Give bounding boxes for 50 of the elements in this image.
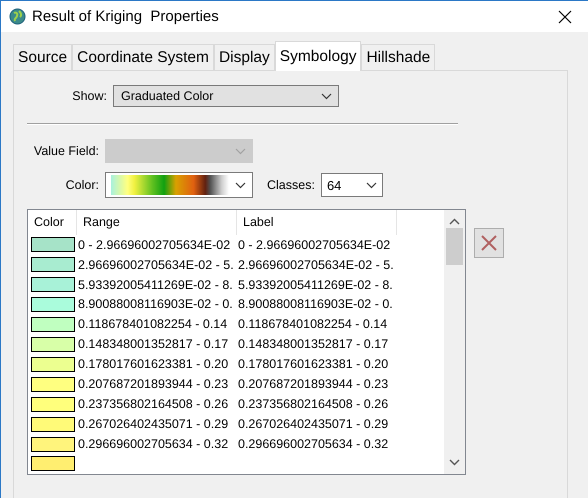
color-label: Color: <box>64 178 99 192</box>
table-cell-text: 5.93392005411269E-02 - 8. <box>238 278 394 292</box>
tab[interactable]: Display <box>214 44 275 70</box>
close-icon <box>557 8 573 24</box>
chevron-down-icon <box>235 148 246 154</box>
column-header[interactable]: Range <box>77 210 237 235</box>
table-cell-text: 0.267026402435071 - 0.29 <box>238 417 390 432</box>
chevron-down-icon[interactable] <box>449 459 460 466</box>
table-cell-text: 0 - 2.96696002705634E-02 <box>238 238 392 252</box>
table-cell-text: 8.90088008116903E-02 - 0. <box>238 297 394 312</box>
table-cell-text: 0.207687201893944 - 0.23 <box>78 377 230 392</box>
tab[interactable]: Source <box>13 44 72 70</box>
chevron-down-icon <box>321 92 332 100</box>
window-title: Result of Kriging Properties <box>32 8 220 25</box>
chevron-up-icon[interactable] <box>449 218 460 225</box>
tab[interactable]: Hillshade <box>361 44 436 70</box>
table-cell-text: 0.148348001352817 - 0.17 <box>78 337 230 352</box>
table-cell-text: 2.96696002705634E-02 - 5. <box>238 258 395 272</box>
tab[interactable]: Coordinate System <box>72 44 214 70</box>
globe-icon <box>9 8 26 25</box>
table-cell-text: 0.178017601623381 - 0.20 <box>238 357 390 372</box>
table-cell-text: 0.178017601623381 - 0.20 <box>78 357 230 372</box>
table-cell-text: 2.96696002705634E-02 - 5. <box>78 258 235 272</box>
table-cell-text: 0.118678401082254 - 0.14 <box>238 317 388 332</box>
scrollbar[interactable] <box>444 210 465 474</box>
table-cell-text: 0.207687201893944 - 0.23 <box>238 377 390 392</box>
scrollbar-thumb[interactable] <box>446 228 463 265</box>
column-header[interactable]: Color <box>28 210 77 235</box>
delete-icon <box>480 234 498 252</box>
table-cell-text: 0.296696002705634 - 0.32 <box>78 437 230 452</box>
delete-button[interactable] <box>474 228 504 258</box>
table-cell-text: 0.237356802164508 - 0.26 <box>238 397 390 412</box>
table-cell-text: 0.296696002705634 - 0.32 <box>238 437 390 452</box>
classes-label: Classes: <box>267 178 315 192</box>
chevron-down-icon <box>366 182 377 188</box>
chevron-down-icon <box>235 182 246 188</box>
table-cell-text: 0.148348001352817 - 0.17 <box>238 337 390 352</box>
table-cell-text: 0.237356802164508 - 0.26 <box>78 397 230 412</box>
show-dropdown[interactable]: Graduated Color <box>113 85 339 107</box>
table-cell-text: 8.90088008116903E-02 - 0. <box>78 297 234 312</box>
value-field-label: Value Field: <box>32 144 99 158</box>
table-cell-text: 0.118678401082254 - 0.14 <box>78 317 228 332</box>
show-label: Show: <box>71 89 107 103</box>
classes-dropdown[interactable]: 64 <box>320 173 383 197</box>
column-header[interactable]: Label <box>237 210 397 235</box>
color-ramp-dropdown[interactable] <box>105 172 253 198</box>
table-cell-text: 0.267026402435071 - 0.29 <box>78 417 230 432</box>
table-cell-text: 5.93392005411269E-02 - 8. <box>78 278 234 292</box>
tab[interactable]: Symbology <box>274 41 362 71</box>
table-cell-text: 0 - 2.96696002705634E-02 <box>78 238 232 252</box>
